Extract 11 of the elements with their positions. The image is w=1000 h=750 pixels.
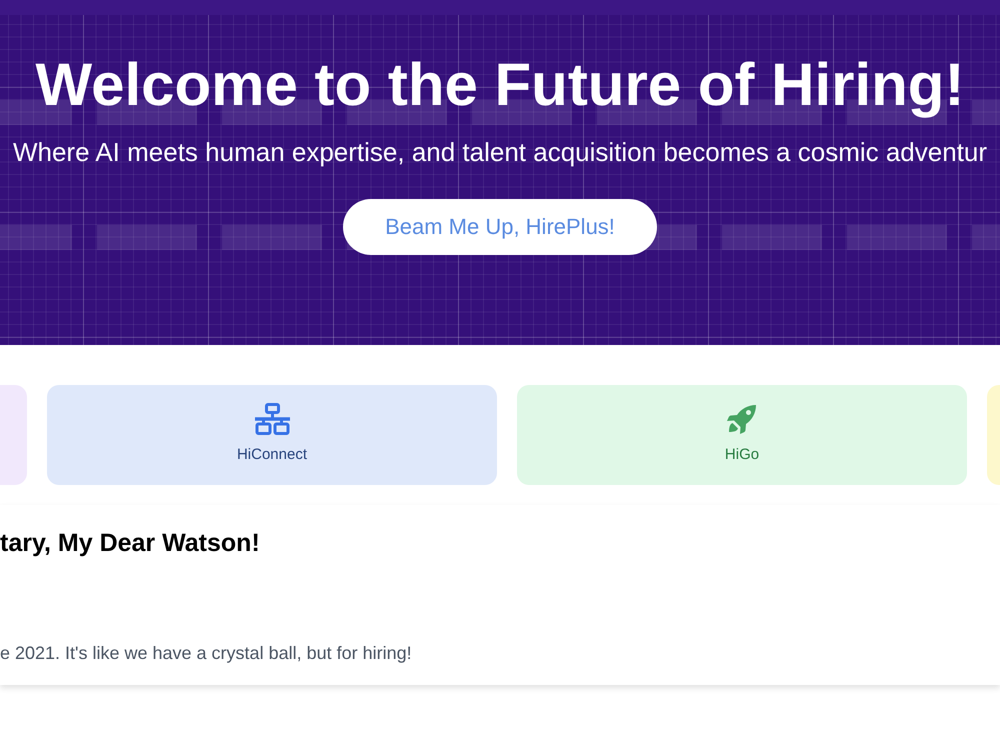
section-text: e 2021. It's like we have a crystal ball, but for hiring! bbox=[0, 642, 412, 665]
product-card[interactable]: HiGo bbox=[517, 385, 967, 485]
network-icon bbox=[254, 403, 290, 435]
cta-button[interactable]: Beam Me Up, HirePlus! bbox=[343, 199, 657, 255]
hero-title: Welcome to the Future of Hiring! bbox=[36, 50, 964, 120]
product-label: HiGo bbox=[724, 447, 760, 463]
hero-subtitle: Where AI meets human expertise, and talent acquisition becomes a cosmic adventur bbox=[12, 137, 988, 167]
rocket-icon bbox=[726, 403, 758, 435]
product-card[interactable]: HiConnect bbox=[47, 385, 497, 485]
section-heading: tary, My Dear Watson! bbox=[0, 528, 260, 558]
product-label: HiConnect bbox=[236, 447, 308, 463]
